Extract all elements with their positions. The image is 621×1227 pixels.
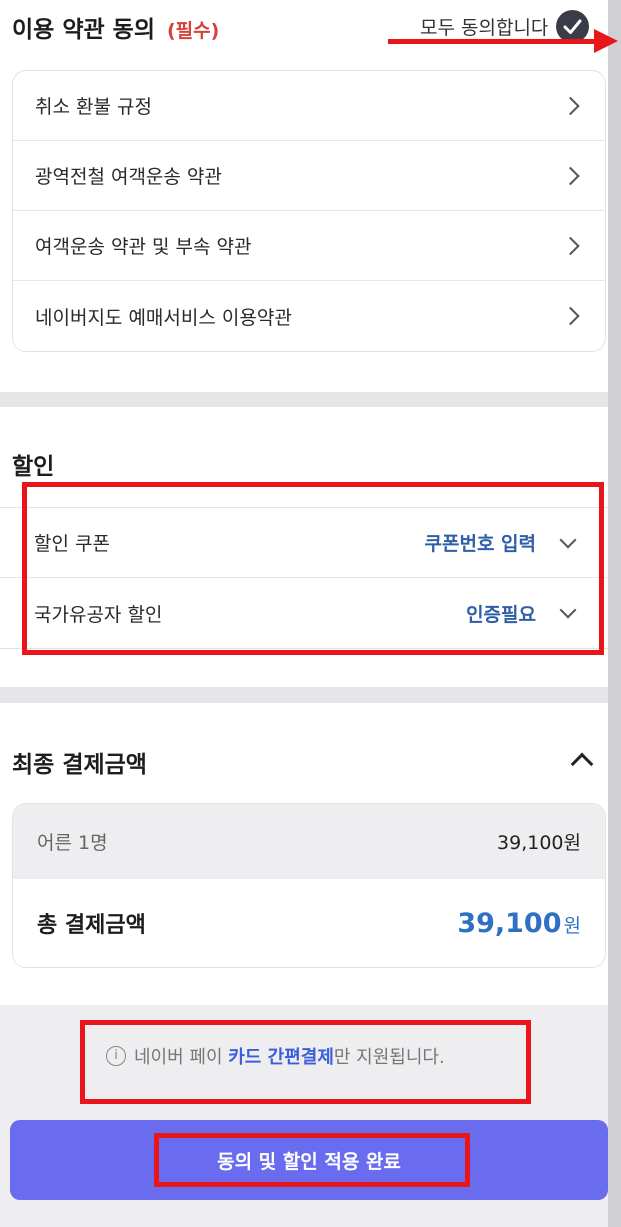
- annotation-arrow-head: [594, 29, 618, 53]
- annotation-box-discount: [22, 482, 604, 655]
- chevron-right-icon: [561, 96, 580, 115]
- terms-item-passenger[interactable]: 여객운송 약관 및 부속 약관: [13, 211, 605, 281]
- page: 이용 약관 동의 (필수) 모두 동의합니다 취소 환불 규정 광역전철 여객운…: [0, 0, 621, 1227]
- terms-item-naver-map[interactable]: 네이버지도 예매서비스 이용약관: [13, 281, 605, 351]
- checkmark-circle-icon: [556, 9, 590, 43]
- adult-fare-label: 어른 1명: [37, 832, 108, 854]
- payment-card: 어른 1명 39,100원 총 결제금액 39,100 원: [12, 803, 606, 968]
- payment-title: 최종 결제금액: [12, 752, 147, 778]
- terms-section: 이용 약관 동의 (필수) 모두 동의합니다 취소 환불 규정 광역전철 여객운…: [0, 0, 608, 392]
- terms-card: 취소 환불 규정 광역전철 여객운송 약관 여객운송 약관 및 부속 약관 네이…: [12, 70, 606, 352]
- chevron-right-icon: [561, 236, 580, 255]
- terms-item-label: 여객운송 약관 및 부속 약관: [35, 236, 252, 258]
- section-divider: [0, 687, 608, 703]
- terms-title: 이용 약관 동의 (필수): [12, 10, 219, 44]
- total-fare-row: 총 결제금액 39,100 원: [13, 879, 605, 967]
- chevron-up-icon[interactable]: [570, 752, 594, 776]
- right-edge: [608, 0, 621, 1227]
- adult-fare-amount: 39,100원: [497, 832, 581, 854]
- terms-item-refund[interactable]: 취소 환불 규정: [13, 71, 605, 141]
- terms-item-label: 광역전철 여객운송 약관: [35, 166, 222, 188]
- agree-all-label: 모두 동의합니다: [420, 16, 549, 39]
- total-fare-value: 39,100 원: [457, 908, 581, 939]
- annotation-box-submit: [154, 1133, 470, 1187]
- payment-section: 최종 결제금액 어른 1명 39,100원 총 결제금액 39,100 원: [0, 703, 608, 1005]
- terms-item-metro[interactable]: 광역전철 여객운송 약관: [13, 141, 605, 211]
- chevron-right-icon: [561, 306, 580, 326]
- total-fare-amount: 39,100: [457, 907, 562, 939]
- chevron-right-icon: [561, 166, 580, 185]
- total-fare-label: 총 결제금액: [37, 913, 146, 938]
- annotation-arrow: [388, 39, 596, 44]
- section-divider: [0, 392, 608, 407]
- terms-item-label: 네이버지도 예매서비스 이용약관: [35, 306, 292, 329]
- discount-title: 할인: [12, 454, 55, 480]
- required-tag: (필수): [167, 20, 220, 42]
- adult-fare-row: 어른 1명 39,100원: [13, 804, 605, 879]
- annotation-box-notice: [80, 1020, 531, 1104]
- total-fare-unit: 원: [563, 914, 581, 937]
- terms-title-text: 이용 약관 동의: [12, 17, 155, 43]
- terms-item-label: 취소 환불 규정: [35, 96, 152, 118]
